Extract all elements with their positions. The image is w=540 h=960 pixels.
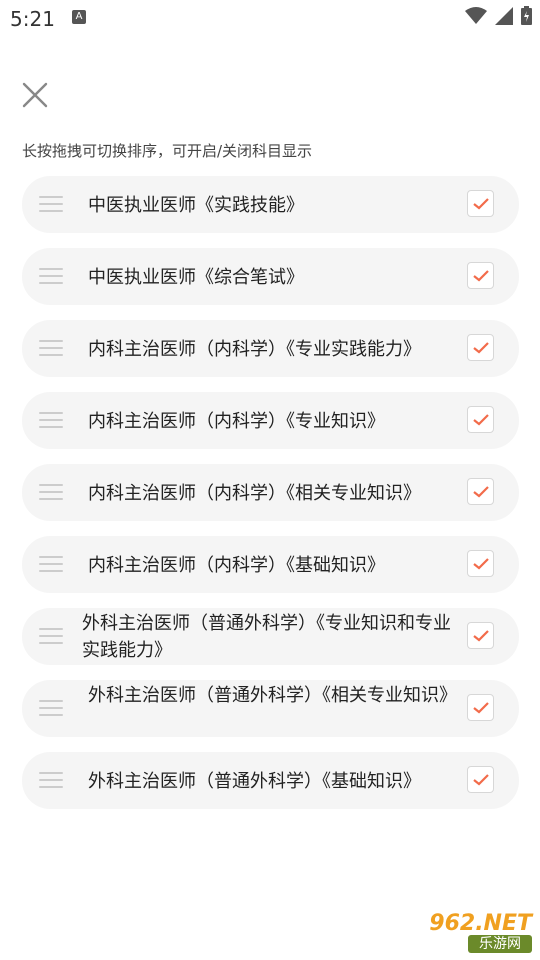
- drag-handle-icon[interactable]: [39, 700, 63, 718]
- notification-icon: A: [72, 10, 86, 24]
- subject-label: 中医执业医师《综合笔试》: [88, 267, 304, 288]
- subject-label: 内科主治医师（内科学）《专业知识》: [88, 411, 385, 432]
- subject-row[interactable]: 中医执业医师《综合笔试》: [22, 248, 519, 305]
- subject-row[interactable]: 内科主治医师（内科学）《专业知识》: [22, 392, 519, 449]
- close-button[interactable]: [20, 80, 50, 110]
- subject-label: 外科主治医师（普通外科学）《基础知识》: [88, 771, 421, 792]
- drag-handle-icon[interactable]: [39, 628, 63, 646]
- subject-checkbox[interactable]: [467, 478, 494, 505]
- subject-checkbox[interactable]: [467, 406, 494, 433]
- status-icons: [465, 6, 532, 25]
- checkmark-icon: [473, 342, 489, 354]
- drag-handle-icon[interactable]: [39, 340, 63, 358]
- checkmark-icon: [473, 774, 489, 786]
- subject-checkbox[interactable]: [467, 190, 494, 217]
- checkmark-icon: [473, 198, 489, 210]
- drag-handle-icon[interactable]: [39, 196, 63, 214]
- close-icon: [22, 82, 48, 108]
- subject-row[interactable]: 内科主治医师（内科学）《基础知识》: [22, 536, 519, 593]
- drag-handle-icon[interactable]: [39, 484, 63, 502]
- subject-row[interactable]: 内科主治医师（内科学）《专业实践能力》: [22, 320, 519, 377]
- checkmark-icon: [473, 414, 489, 426]
- subject-checkbox[interactable]: [467, 262, 494, 289]
- subject-checkbox[interactable]: [467, 766, 494, 793]
- subject-row[interactable]: 中医执业医师《实践技能》: [22, 176, 519, 233]
- subject-label: 外科主治医师（普通外科学）《相关专业知识》: [88, 685, 457, 706]
- subject-checkbox[interactable]: [467, 334, 494, 361]
- checkmark-icon: [473, 270, 489, 282]
- drag-handle-icon[interactable]: [39, 412, 63, 430]
- checkmark-icon: [473, 486, 489, 498]
- subject-label: 内科主治医师（内科学）《专业实践能力》: [88, 339, 421, 360]
- watermark-logo: 962.NET 乐游网: [402, 913, 532, 955]
- subject-label: 内科主治医师（内科学）《相关专业知识》: [88, 483, 421, 504]
- subject-label: 内科主治医师（内科学）《基础知识》: [88, 555, 385, 576]
- subject-row[interactable]: 外科主治医师（普通外科学）《相关专业知识》: [22, 680, 519, 737]
- subject-label: 外科主治医师（普通外科学）《专业知识和专业实践能力》: [82, 613, 451, 661]
- reorder-hint: 长按拖拽可切换排序，可开启/关闭科目显示: [22, 142, 313, 160]
- checkmark-icon: [473, 702, 489, 714]
- subject-row[interactable]: 外科主治医师（普通外科学）《专业知识和专业实践能力》: [22, 608, 519, 665]
- wifi-icon: [465, 6, 487, 24]
- drag-handle-icon[interactable]: [39, 268, 63, 286]
- watermark-top: 962.NET: [429, 911, 532, 936]
- subject-checkbox[interactable]: [467, 622, 494, 649]
- status-time: 5:21: [10, 7, 55, 31]
- drag-handle-icon[interactable]: [39, 556, 63, 574]
- subject-row[interactable]: 外科主治医师（普通外科学）《基础知识》: [22, 752, 519, 809]
- battery-icon: [521, 6, 532, 25]
- subject-checkbox[interactable]: [467, 550, 494, 577]
- subject-row[interactable]: 内科主治医师（内科学）《相关专业知识》: [22, 464, 519, 521]
- subject-label: 中医执业医师《实践技能》: [88, 195, 304, 216]
- status-bar: 5:21 A: [0, 0, 540, 36]
- cell-signal-icon: [495, 6, 513, 25]
- drag-handle-icon[interactable]: [39, 772, 63, 790]
- checkmark-icon: [473, 558, 489, 570]
- subject-checkbox[interactable]: [467, 694, 494, 721]
- checkmark-icon: [473, 630, 489, 642]
- watermark-bottom: 乐游网: [468, 935, 532, 953]
